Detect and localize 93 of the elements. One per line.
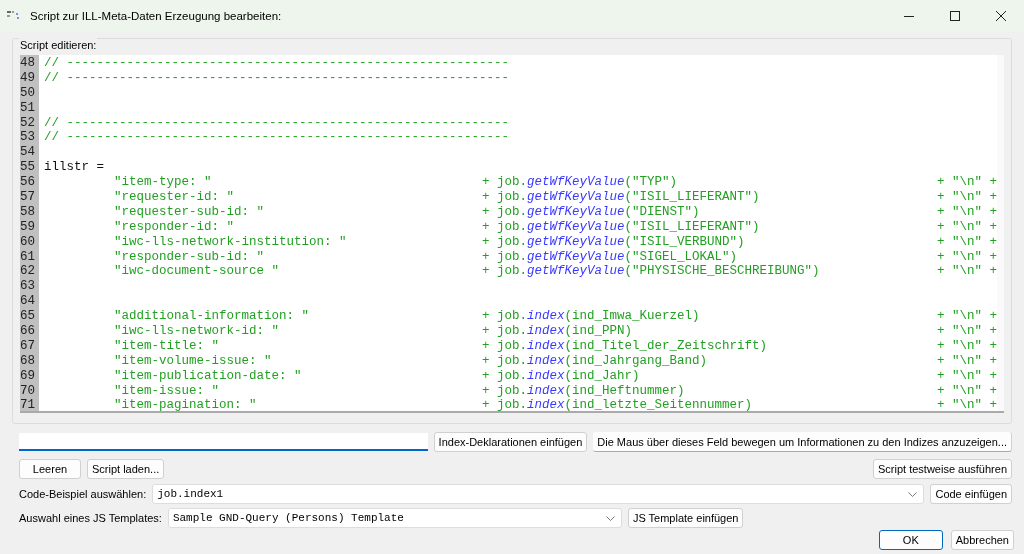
code-expression: + job.getWfKeyValue("TYP") — [482, 175, 679, 190]
line-number: 71 — [20, 398, 36, 411]
window-title: Script zur ILL-Meta-Daten Erzeugung bearbeiten: — [30, 10, 282, 22]
index-input-field[interactable] — [19, 433, 428, 451]
ok-button[interactable]: OK — [878, 530, 943, 550]
line-number: 57 — [20, 190, 36, 205]
line-number: 59 — [20, 219, 36, 235]
field-label: Auswahl eines JS Templates: — [19, 512, 162, 524]
code-expression: + job.index(ind_Imwa_Kuerzel) — [482, 309, 701, 325]
code-expression: + job.index(ind_Heftnummer) — [482, 383, 686, 399]
code-expression: + job.index(ind_Titel_der_Zeitschrift) — [482, 338, 769, 354]
close-icon[interactable] — [996, 11, 1006, 21]
code-text: + "\n" + — [937, 264, 998, 280]
insert-index-button[interactable]: Index-Deklarationen einfügen — [433, 432, 588, 452]
code-expression: + job.index(ind_Jahr) — [482, 368, 641, 384]
load-script-button[interactable]: Script laden... — [87, 459, 165, 479]
line-number: 53 — [20, 130, 36, 146]
scrollbar[interactable] — [997, 55, 1004, 411]
template-dropdown[interactable]: Sample GND-Query (Persons) Template — [167, 508, 622, 528]
code-string: "item-publication-date: " — [114, 368, 302, 383]
line-number: 63 — [20, 279, 36, 295]
line-number: 61 — [20, 249, 36, 265]
code-string: "iwc-document-source " — [114, 264, 280, 279]
code-comment: // ----------------------------------------------------------- — [44, 115, 510, 131]
code-string: "responder-id: " — [114, 219, 235, 234]
line-number: 60 — [20, 234, 36, 250]
code-comment: // ----------------------------------------------------------- — [44, 70, 510, 86]
line-number: 67 — [20, 338, 36, 354]
code-expression: + job.getWfKeyValue("SIGEL_LOKAL") — [482, 249, 739, 265]
line-number: 58 — [20, 204, 36, 220]
chevron-icon — [908, 491, 918, 497]
code-text: + "\n" + — [937, 175, 998, 190]
code-string: "iwc-lls-network-institution: " — [114, 234, 347, 249]
code-text: + "\n" + — [937, 338, 998, 354]
line-number: 52 — [20, 115, 36, 131]
code-text: + "\n" + — [937, 368, 998, 384]
cancel-button[interactable]: Abbrechen — [950, 530, 1014, 550]
code-text: + "\n" + — [937, 190, 998, 205]
line-number: 66 — [20, 324, 36, 339]
code-expression: + job.getWfKeyValue("ISIL_LIEFERANT") — [482, 190, 761, 205]
line-number: 62 — [20, 264, 36, 280]
code-text: + "\n" + — [937, 309, 998, 325]
line-number: 70 — [20, 383, 36, 399]
code-comment: // ----------------------------------------------------------- — [44, 130, 510, 146]
code-expression: + job.index(ind_Jahrgang_Band) — [482, 353, 709, 369]
code-string: "item-title: " — [114, 338, 220, 353]
line-number: 65 — [20, 309, 36, 325]
code-expression: + job.getWfKeyValue("ISIL_VERBUND") — [482, 234, 746, 250]
code-string: "requester-sub-id: " — [114, 204, 265, 219]
insert-template-button[interactable]: JS Template einfügen — [627, 508, 744, 528]
code-expression: + job.index(ind_letzte_Seitennummer) — [482, 398, 754, 411]
line-number: 49 — [20, 70, 36, 86]
insert-code-button[interactable]: Code einfügen — [930, 484, 1012, 504]
code-text: + "\n" + — [937, 383, 998, 399]
code-text: + "\n" + — [937, 353, 998, 369]
line-number: 50 — [20, 85, 36, 101]
line-number: 69 — [20, 368, 36, 384]
app-icon — [7, 10, 21, 22]
code-string: "item-volume-issue: " — [114, 353, 272, 368]
code-text: + "\n" + — [937, 219, 998, 235]
code-expression: + job.getWfKeyValue("PHYSISCHE_BESCHREIBUNG") — [482, 264, 821, 280]
line-number: 51 — [20, 100, 36, 116]
code-string: "item-pagination: " — [114, 398, 257, 411]
code-text: + "\n" + — [937, 204, 998, 220]
code-text: illstr = — [44, 160, 105, 176]
code-string: "requester-id: " — [114, 190, 235, 204]
code-example-dropdown[interactable]: job.index1 — [152, 484, 925, 504]
code-string: "item-issue: " — [114, 383, 220, 398]
test-script-button[interactable]: Script testweise ausführen — [873, 459, 1012, 479]
maximize-icon[interactable] — [950, 11, 960, 21]
line-number: 48 — [20, 56, 36, 71]
clear-button[interactable]: Leeren — [19, 459, 81, 479]
code-string: "iwc-lls-network-id: " — [114, 324, 280, 339]
code-expression: + job.index(ind_PPN) — [482, 324, 634, 339]
line-number: 55 — [20, 160, 36, 176]
line-number: 68 — [20, 353, 36, 369]
code-text: + "\n" + — [937, 249, 998, 265]
group-label: Script editieren: — [19, 38, 98, 52]
code-expression: + job.getWfKeyValue("ISIL_LIEFERANT") — [482, 219, 761, 235]
chevron-icon — [605, 515, 615, 521]
code-text: + "\n" + — [937, 398, 998, 411]
code-comment: // ----------------------------------------------------------- — [44, 56, 510, 71]
line-number: 56 — [20, 175, 36, 190]
code-string: "item-type: " — [114, 175, 212, 190]
index-info-button[interactable]: Die Maus über dieses Feld bewegen um Informationen zu den Indizes anzuzeigen... — [593, 432, 1012, 452]
code-string: "additional-information: " — [114, 309, 310, 324]
code-text: + "\n" + — [937, 234, 998, 250]
code-expression: + job.getWfKeyValue("DIENST") — [482, 204, 701, 220]
line-number: 54 — [20, 145, 36, 161]
code-text: + "\n" + — [937, 324, 998, 339]
line-number: 64 — [20, 294, 36, 310]
code-string: "responder-sub-id: " — [114, 249, 265, 264]
field-label: Code-Beispiel auswählen: — [19, 488, 147, 500]
